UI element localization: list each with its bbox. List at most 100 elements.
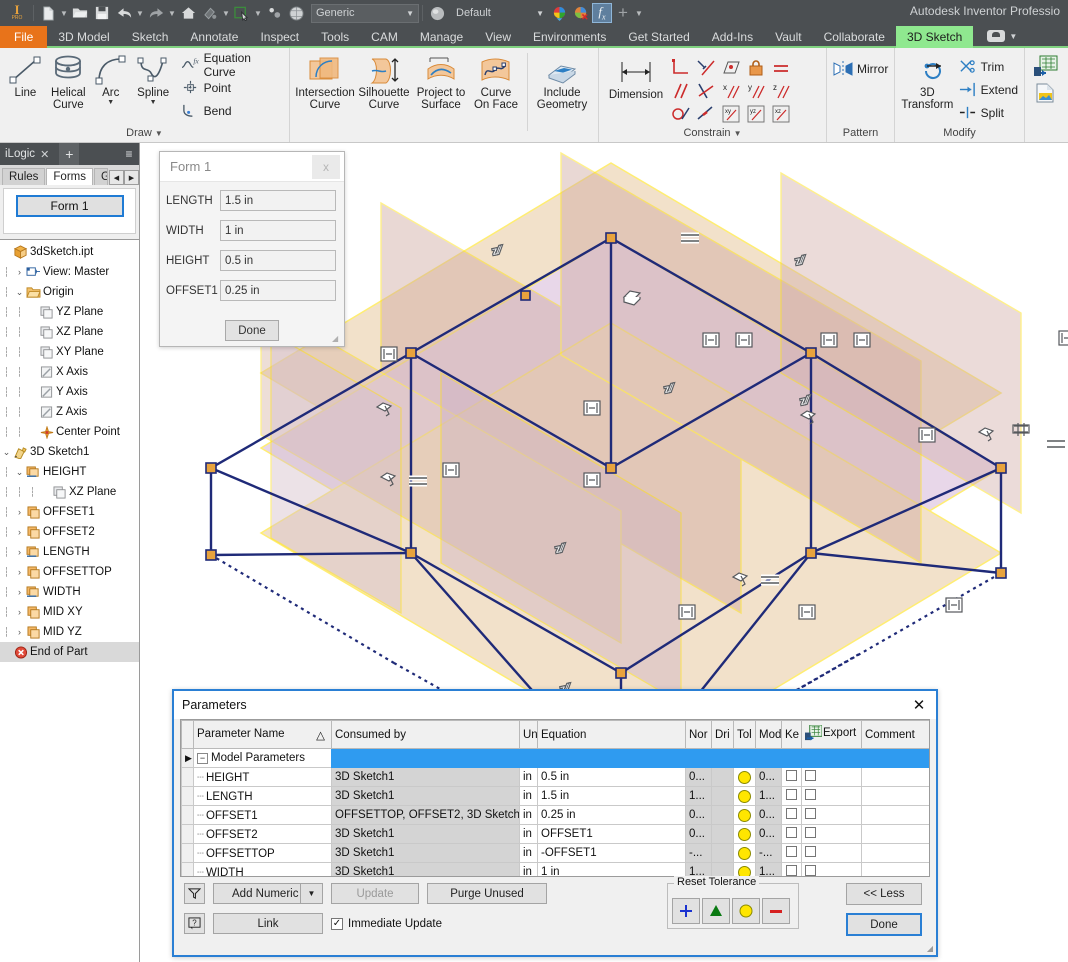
tree-expand-icon[interactable]: › [13, 547, 26, 557]
tab-sketch[interactable]: Sketch [121, 26, 180, 48]
ribbon-button-point[interactable]: Point [179, 76, 285, 99]
cell-equation[interactable]: 1 in [538, 863, 686, 878]
cell-tolerance[interactable] [734, 844, 756, 863]
cell-comment[interactable] [862, 806, 931, 825]
smooth-icon[interactable] [669, 103, 693, 125]
filter-button[interactable] [184, 883, 205, 904]
cell-driven[interactable] [712, 806, 734, 825]
col-parameter-name[interactable]: Parameter Name △ [194, 721, 332, 749]
table-row[interactable]: ┄OFFSET1OFFSETTOP, OFFSET2, 3D Sketch1in… [182, 806, 931, 825]
select-dropdown-icon[interactable]: ▼ [253, 2, 263, 24]
tab-add-ins[interactable]: Add-Ins [701, 26, 764, 48]
cell-unit[interactable]: in [520, 806, 538, 825]
ribbon-button-extend[interactable]: Extend [956, 78, 1020, 101]
cell-unit[interactable]: in [520, 825, 538, 844]
cell-driven[interactable] [712, 787, 734, 806]
fix-icon[interactable] [744, 57, 768, 79]
ribbon-button-include-geometry[interactable]: Include Geometry [533, 53, 591, 113]
ribbon-button-3d-transform[interactable]: 3D Transform [899, 53, 956, 113]
plus-icon[interactable]: + [612, 2, 634, 24]
tab-3d-sketch[interactable]: 3D Sketch [896, 26, 973, 48]
parallel-y-icon[interactable]: y [744, 80, 768, 102]
tolerance-nominal-button[interactable] [732, 898, 760, 924]
col-nominal[interactable]: Nor [686, 721, 712, 749]
tree-expand-icon[interactable]: › [13, 507, 26, 517]
tree-collapse-icon[interactable]: ⌄ [13, 467, 26, 478]
symmetry-icon[interactable] [694, 103, 718, 125]
group-name-cell[interactable]: −Model Parameters [194, 749, 332, 768]
less-button[interactable]: << Less [846, 883, 922, 905]
close-icon[interactable]: ✕ [902, 692, 936, 718]
cell-export[interactable] [802, 863, 862, 878]
ribbon-button-mirror[interactable]: Mirror [831, 57, 890, 80]
import-image-icon[interactable] [1033, 82, 1059, 104]
tree-item-mid-yz[interactable]: ┆›MID YZ [0, 622, 139, 642]
perpendicular-icon[interactable] [694, 80, 718, 102]
col-comment[interactable]: Comment [862, 721, 931, 749]
tree-expand-icon[interactable]: › [13, 527, 26, 537]
tolerance-minus-button[interactable] [762, 898, 790, 924]
tree-item-end-of-part[interactable]: End of Part [0, 642, 139, 662]
form-1-dialog[interactable]: Form 1 x LENGTH 1.5 in WIDTH 1 in HEIGHT… [159, 151, 345, 347]
undo-icon[interactable] [113, 2, 135, 24]
tree-item-y-axis[interactable]: ┆┆Y Axis [0, 382, 139, 402]
material-sphere-icon[interactable] [285, 2, 307, 24]
col-tolerance[interactable]: Tol [734, 721, 756, 749]
cell-driven[interactable] [712, 825, 734, 844]
qat-customize-dropdown-icon[interactable]: ▼ [634, 2, 644, 24]
cell-export[interactable] [802, 825, 862, 844]
link-button[interactable]: Link [213, 913, 323, 934]
form-done-button[interactable]: Done [225, 320, 279, 341]
tree-expand-icon[interactable]: › [13, 267, 26, 277]
cell-tolerance[interactable] [734, 768, 756, 787]
parameters-table-container[interactable]: Parameter Name △ Consumed by Uni Equatio… [180, 719, 930, 877]
model-browser-tree[interactable]: 3dSketch.ipt┆›View: Master┆⌄Origin┆┆YZ P… [0, 240, 139, 962]
tab-collaborate[interactable]: Collaborate [813, 26, 896, 48]
col-model-value[interactable]: Mod [756, 721, 782, 749]
tab-scroll-next-icon[interactable]: ▶ [124, 170, 139, 185]
cell-key[interactable] [782, 768, 802, 787]
tree-item-yz-plane[interactable]: ┆┆YZ Plane [0, 302, 139, 322]
cell-parameter-name[interactable]: ┄LENGTH [194, 787, 332, 806]
close-icon[interactable]: ✕ [40, 148, 49, 161]
tree-item-mid-xy[interactable]: ┆›MID XY [0, 602, 139, 622]
panel-title-constrain[interactable]: Constrain ▼ [599, 125, 826, 142]
ribbon-button-arc[interactable]: Arc ▼ [90, 51, 132, 108]
tree-item-xz-plane[interactable]: ┆┆┆XZ Plane [0, 482, 139, 502]
ribbon-button-helical-curve[interactable]: Helical Curve [47, 51, 90, 113]
cell-driven[interactable] [712, 844, 734, 863]
table-row[interactable]: ┄OFFSET23D Sketch1inOFFSET10...0... [182, 825, 931, 844]
appearance-icon[interactable] [199, 2, 221, 24]
add-numeric-dropdown-icon[interactable]: ▼ [300, 884, 322, 903]
tree-item-view-master[interactable]: ┆›View: Master [0, 262, 139, 282]
help-button[interactable]: ? [184, 913, 205, 934]
color-clear-icon[interactable] [570, 2, 592, 24]
import-spreadsheet-icon[interactable] [1033, 55, 1059, 79]
cell-tolerance[interactable] [734, 825, 756, 844]
col-unit[interactable]: Uni [520, 721, 538, 749]
tree-expand-icon[interactable]: › [13, 607, 26, 617]
on-plane-xy-icon[interactable]: xy [719, 103, 743, 125]
tab-file[interactable]: File [0, 26, 47, 48]
tolerance-upper-button[interactable] [702, 898, 730, 924]
cell-parameter-name[interactable]: ┄HEIGHT [194, 768, 332, 787]
tab-manage[interactable]: Manage [409, 26, 474, 48]
tree-expand-icon[interactable]: › [13, 567, 26, 577]
ribbon-button-trim[interactable]: Trim [956, 55, 1020, 78]
tree-expand-icon[interactable]: › [13, 627, 26, 637]
group-expander-icon[interactable]: − [197, 753, 208, 764]
redo-icon[interactable] [145, 2, 167, 24]
tree-expand-icon[interactable]: › [13, 587, 26, 597]
fx-icon[interactable]: fx [592, 3, 612, 23]
ribbon-button-equation-curve[interactable]: fx Equation Curve [179, 53, 285, 76]
ribbon-button-project-to-surface[interactable]: Project to Surface [412, 53, 470, 113]
tree-item-height[interactable]: ┆⌄HEIGHT [0, 462, 139, 482]
cell-key[interactable] [782, 863, 802, 878]
tab-inspect[interactable]: Inspect [249, 26, 310, 48]
cell-comment[interactable] [862, 787, 931, 806]
col-equation[interactable]: Equation [538, 721, 686, 749]
tree-item-x-axis[interactable]: ┆┆X Axis [0, 362, 139, 382]
panel-title-draw[interactable]: Draw ▼ [0, 125, 289, 142]
resize-grip-icon[interactable]: ◢ [927, 944, 933, 953]
col-driven[interactable]: Dri [712, 721, 734, 749]
